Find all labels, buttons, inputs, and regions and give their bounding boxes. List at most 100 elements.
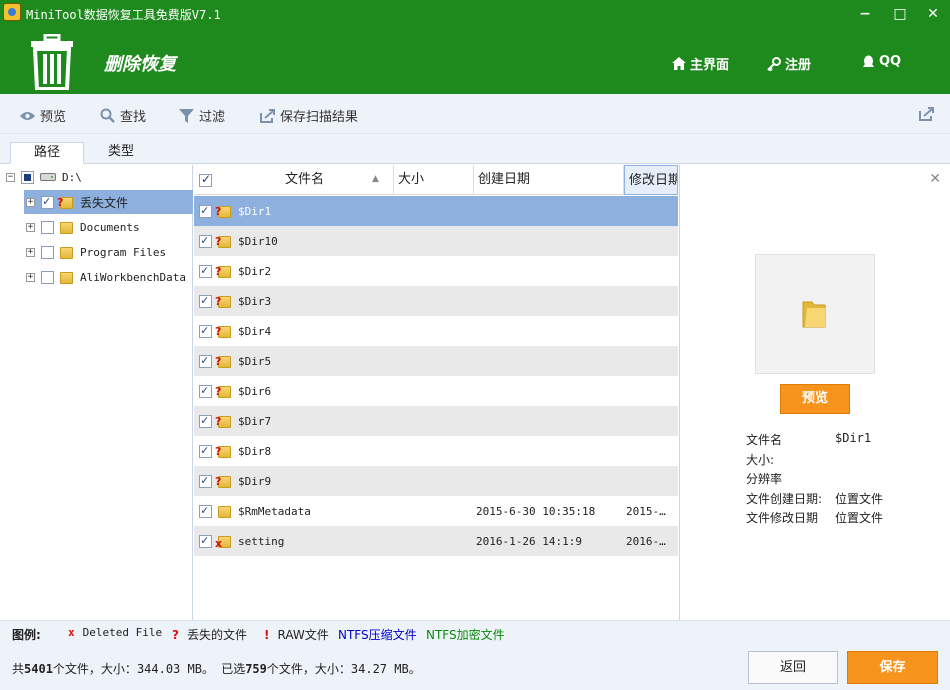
tree-item-lost-files[interactable]: + ? 丢失文件 [24,190,193,214]
file-name: $Dir1 [238,204,272,218]
table-row[interactable]: ? $Dir2 [194,256,678,286]
legend-bar: 图例: x Deleted File ? 丢失的文件 ! RAW文件 NTFS压缩文件… [0,620,950,644]
expand-icon[interactable]: + [26,247,35,257]
tree-item-checkbox[interactable] [41,194,54,209]
tree-item-label: AliWorkbenchData [80,270,186,284]
tree-root[interactable]: − D:\ [6,165,193,189]
row-checkbox[interactable] [199,473,212,488]
column-created[interactable]: 创建日期 [474,165,624,195]
row-checkbox[interactable] [199,323,212,338]
preview-toolbar-button[interactable]: 预览 [20,106,66,125]
table-row[interactable]: ? $Dir10 [194,226,678,256]
filter-button[interactable]: 过滤 [179,106,225,125]
row-checkbox[interactable] [199,503,212,518]
row-checkbox[interactable] [199,533,212,548]
close-window-button[interactable]: ✕ [923,6,943,22]
nav-qq[interactable]: QQ [862,54,901,69]
find-label: 查找 [120,110,147,125]
tree-item-aliworkbenchdata[interactable]: + AliWorkbenchData [24,265,193,289]
table-row[interactable]: $RmMetadata 2015-6-30 10:35:18 2015-… [194,496,678,526]
table-row[interactable]: ? $Dir7 [194,406,678,436]
lost-folder-icon: ? [215,264,232,278]
status-text-2: 个文件，大小： [52,662,137,676]
table-row[interactable]: ? $Dir6 [194,376,678,406]
table-row[interactable]: x setting 2016-1-26 14:1:9 2016-… [194,526,678,556]
tree-item-documents[interactable]: + Documents [24,215,193,239]
legend-deleted-label: Deleted File [82,626,163,639]
nav-qq-label: QQ [879,54,902,69]
collapse-icon[interactable]: − [6,172,15,182]
expand-icon[interactable]: + [26,272,35,282]
deleted-mark-icon: x [68,626,75,639]
home-icon [672,57,686,70]
tree-item-checkbox[interactable] [41,270,54,284]
file-name: $Dir3 [238,294,272,308]
root-checkbox[interactable] [21,170,34,184]
save-scan-button[interactable]: 保存扫描结果 [260,106,358,125]
info-value: 位置文件 [835,511,884,525]
nav-register-label: 注册 [785,58,812,73]
minimize-button[interactable]: − [855,6,875,22]
row-checkbox[interactable] [199,233,212,248]
table-row[interactable]: ? $Dir3 [194,286,678,316]
folder-icon [60,245,74,259]
file-table: 文件名 ▲ 大小 创建日期 修改日期 ? $Dir1? $Dir10? $Dir2? $… [194,165,678,620]
save-button[interactable]: 保存 [847,651,938,684]
info-key: 文件修改日期 [746,511,819,525]
table-header: 文件名 ▲ 大小 创建日期 修改日期 [194,165,678,195]
tree-item-checkbox[interactable] [41,245,54,259]
expand-icon[interactable]: + [26,222,35,232]
window-title: MiniTool数据恢复工具免费版V7.1 [26,8,221,22]
table-row[interactable]: ? $Dir8 [194,436,678,466]
preview-button[interactable]: 预览 [780,384,850,414]
selected-count: 759 [245,662,267,676]
row-checkbox[interactable] [199,203,212,218]
folder-icon [802,301,826,328]
file-name: $Dir6 [238,384,272,398]
expand-icon[interactable]: + [26,197,35,207]
folder-tree: − D:\ + ? 丢失文件 + Documents + Program Fil… [0,165,193,620]
created-date: 2015-6-30 10:35:18 [476,504,596,518]
row-checkbox[interactable] [199,443,212,458]
find-button[interactable]: 查找 [100,106,146,125]
status-text-1: 共 [12,662,25,676]
tree-item-program-files[interactable]: + Program Files [24,240,193,264]
status-text-3: 。 已选 [201,662,246,676]
close-preview-icon[interactable]: ✕ [929,171,941,187]
column-modified[interactable]: 修改日期 [624,165,678,195]
column-size[interactable]: 大小 [394,165,474,195]
row-checkbox[interactable] [199,413,212,428]
info-key: 文件创建日期: [746,491,823,506]
row-checkbox[interactable] [199,353,212,368]
preview-pane: ✕ 预览 文件名 $Dir1 大小: 分辨率 文件创建日期: 位置文件 文件修改日期 位置文件 [679,165,950,620]
section-title: 删除恢复 [104,54,176,75]
table-row[interactable]: ? $Dir9 [194,466,678,496]
maximize-button[interactable]: □ [890,6,910,22]
row-checkbox[interactable] [199,383,212,398]
tab-path[interactable]: 路径 [10,142,84,164]
status-bar: 共5401个文件，大小：344.03 MB。 已选759个文件，大小：34.27… [0,644,950,690]
modified-date: 2016-… [626,534,666,548]
lost-folder-icon: ? [215,444,232,458]
file-name: $Dir2 [238,264,272,278]
nav-home[interactable]: 主界面 [672,54,729,73]
table-row[interactable]: ? $Dir4 [194,316,678,346]
column-name[interactable]: 文件名 [216,165,394,195]
tree-item-checkbox[interactable] [41,220,54,234]
total-size: 344.03 MB [136,662,202,676]
file-name: $Dir5 [238,354,272,368]
row-checkbox[interactable] [199,293,212,308]
select-all-checkbox[interactable] [199,172,212,187]
lost-folder-icon: ? [215,294,232,308]
row-checkbox[interactable] [199,263,212,278]
tab-type[interactable]: 类型 [84,142,158,164]
file-name: $Dir8 [238,444,272,458]
filter-icon [179,108,194,123]
legend-ntfs-compressed: NTFS压缩文件 [338,628,417,642]
back-button[interactable]: 返回 [748,651,838,684]
table-row[interactable]: ? $Dir1 [194,196,678,226]
nav-register[interactable]: 注册 [767,54,811,73]
share-icon[interactable] [919,107,934,121]
table-row[interactable]: ? $Dir5 [194,346,678,376]
deleted-folder-icon: x [215,534,232,550]
